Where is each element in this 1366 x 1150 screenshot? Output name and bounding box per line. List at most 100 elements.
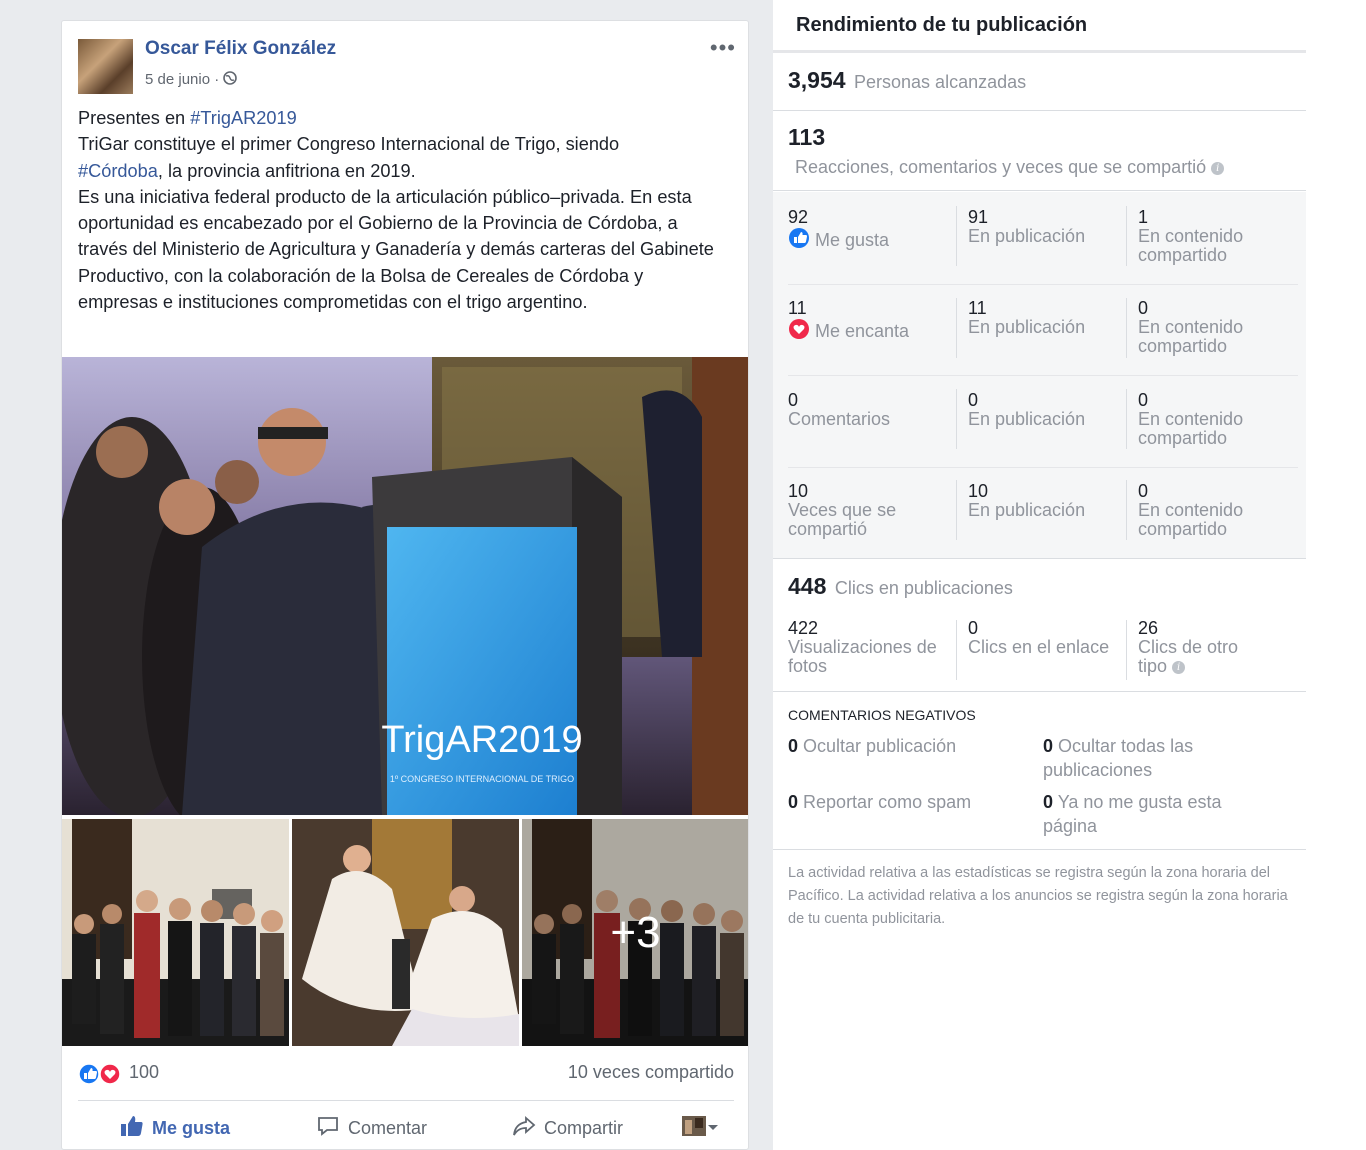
reaction-icons [78,1063,124,1090]
negative-feedback-title: COMENTARIOS NEGATIVOS [788,707,976,723]
stat-comments: 0 Comentarios [788,391,890,429]
stat-number: 0 [1138,298,1149,318]
stat-number: 92 [788,207,809,227]
more-photos-count: +3 [610,907,661,957]
neg-label: Ya no me gusta esta página [1043,792,1222,836]
post-text: Presentes en #TrigAR2019 TriGar constitu… [78,105,718,315]
stat-likes-post: 91 En publicación [968,208,1085,246]
stat-shares: 10 Veces que se compartió [788,482,948,539]
stat-label: En contenido compartido [1138,409,1244,448]
stat-number: 91 [968,207,989,227]
stat-label: Clics en el enlace [968,637,1110,657]
stat-label: Veces que se compartió [788,500,897,539]
engagement-stat: 113 Reacciones, comentarios y veces que … [788,124,1225,178]
chevron-down-icon [706,1118,720,1139]
stat-comments-shared: 0 En contenido compartido [1138,391,1278,448]
photo-thumbnail-2[interactable] [292,819,519,1046]
stat-number: 422 [788,618,819,638]
stat-loves-post: 11 En publicación [968,299,1085,337]
row-divider [788,284,1298,285]
reach-value: 3,954 [788,67,846,93]
clicks-stat: 448 Clics en publicaciones [788,573,1013,600]
author-name[interactable]: Oscar Félix González [145,38,336,60]
photo-thumbnail-1[interactable] [62,819,289,1046]
stat-comments-post: 0 En publicación [968,391,1085,429]
col-divider [1126,480,1127,540]
stat-photo-views: 422 Visualizaciones de fotos [788,619,953,676]
stat-label: En publicación [968,226,1086,246]
divider [773,558,1306,559]
stat-other-clicks: 26 Clics de otro tipo i [1138,619,1268,676]
col-divider [956,480,957,540]
stat-link-clicks: 0 Clics en el enlace [968,619,1109,657]
timezone-footnote: La actividad relativa a las estadísticas… [788,865,1288,927]
insights-panel: Rendimiento de tu publicación 3,954 Pers… [773,0,1306,1150]
author-avatar[interactable] [78,39,133,94]
neg-hide-post: 0 Ocultar publicación [788,734,1028,758]
stat-number: 1 [1138,207,1149,227]
row-divider [788,467,1298,468]
share-button[interactable]: Compartir [512,1113,623,1143]
text-line2: TriGar constituye el primer Congreso Int… [78,134,620,155]
neg-number: 0 [788,792,799,812]
divider [773,849,1306,850]
right-margin [1306,0,1366,1150]
neg-number: 0 [1043,792,1054,812]
info-icon[interactable]: i [1211,161,1225,175]
neg-number: 0 [788,736,799,756]
reactions-breakdown: 92 Me gusta 91 En publicación 1 En conte… [773,192,1306,558]
text-line3: , la provincia anfitriona en 2019. [157,160,416,181]
panel-title: Rendimiento de tu publicación [796,14,1088,36]
stat-label: En publicación [968,500,1086,520]
neg-spam: 0 Reportar como spam [788,790,1028,814]
actions-divider [78,1100,734,1101]
clicks-label: Clics en publicaciones [834,578,1013,598]
stat-number: 10 [788,481,809,501]
globe-icon [223,71,238,88]
neg-label: Reportar como spam [803,792,972,812]
stat-number: 26 [1138,618,1159,638]
engagement-value: 113 [788,124,826,150]
shares-count[interactable]: 10 veces compartido [568,1062,734,1083]
hashtag-trigar[interactable]: #TrigAR2019 [190,108,297,128]
reactions-summary[interactable]: 100 10 veces compartido [78,1061,734,1085]
reach-stat: 3,954 Personas alcanzadas [788,67,1026,94]
stat-label: Visualizaciones de fotos [788,637,937,676]
stat-label: Me gusta [815,229,890,250]
stat-number: 0 [1138,481,1149,501]
col-divider [1126,206,1127,266]
info-icon[interactable]: i [1172,660,1186,674]
comment-button[interactable]: Comentar [316,1113,427,1143]
like-button[interactable]: Me gusta [120,1113,230,1143]
stat-label: Me encanta [815,320,910,341]
stat-label: En publicación [968,409,1086,429]
share-label: Compartir [544,1117,624,1138]
stat-label: En contenido compartido [1138,317,1244,356]
neg-unlike-page: 0 Ya no me gusta esta página [1043,790,1263,838]
stat-loves: 11 Me encanta [788,299,909,344]
page-selector-button[interactable] [682,1113,720,1143]
col-divider [1126,389,1127,449]
post-meta: 5 de junio · [145,71,238,88]
post-date[interactable]: 5 de junio · [145,71,223,88]
post-actions: Me gusta Comentar Compartir [78,1113,734,1145]
col-divider [1126,298,1127,358]
neg-number: 0 [1043,736,1054,756]
photo-thumbnail-3[interactable]: +3 [522,819,748,1046]
stat-number: 11 [788,298,807,318]
col-divider [956,620,957,680]
post-options-button[interactable]: ••• [710,35,736,61]
col-divider [1126,620,1127,680]
podium-sign-text: TrigAR2019 [381,719,582,761]
neg-hide-all: 0 Ocultar todas las publicaciones [1043,734,1263,782]
reactions-count[interactable]: 100 [129,1062,159,1083]
comment-label: Comentar [348,1117,428,1138]
stat-number: 11 [968,298,987,318]
stat-shares-post: 10 En publicación [968,482,1085,520]
main-photo[interactable]: TrigAR2019 1º CONGRESO INTERNACIONAL DE … [62,357,748,815]
hashtag-cordoba[interactable]: #Córdoba [78,161,158,181]
clicks-value: 448 [788,573,827,599]
neg-label: Ocultar publicación [803,736,957,756]
stat-label: Comentarios [788,409,891,429]
stat-likes-shared: 1 En contenido compartido [1138,208,1278,265]
